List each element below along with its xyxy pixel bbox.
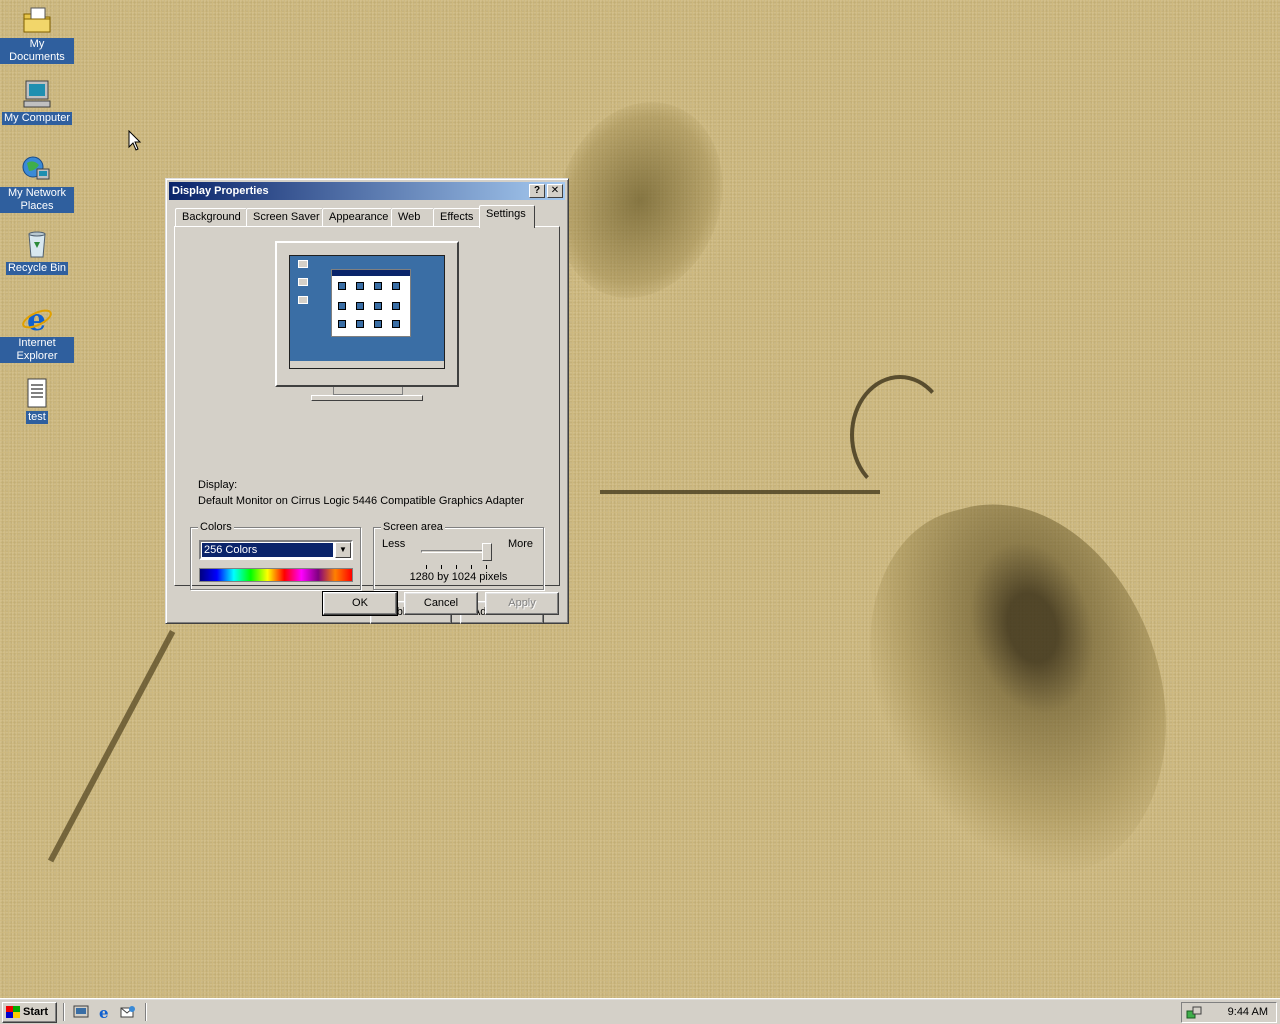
svg-text:e: e (99, 1004, 109, 1020)
colors-selected-value: 256 Colors (202, 543, 333, 557)
taskbar-separator (145, 1003, 147, 1021)
preview-desktop-icon (298, 296, 308, 304)
wallpaper-stem (600, 490, 880, 494)
desktop-icon-my-computer[interactable]: My Computer (0, 78, 74, 125)
desktop-icon-label: Internet Explorer (0, 337, 74, 363)
network-icon (22, 156, 50, 180)
mouse-cursor-icon (128, 130, 142, 151)
display-properties-dialog: Display Properties ? ✕ Background Screen… (165, 178, 569, 624)
wallpaper-stem-left (47, 630, 176, 863)
desktop-icon-label: test (26, 411, 48, 424)
screen-area-groupbox: Screen area Less More 1280 by 1024 pixel… (373, 521, 544, 590)
screen-area-slider-thumb[interactable] (482, 543, 492, 561)
show-desktop-icon[interactable] (73, 1004, 89, 1020)
taskbar: Start e 9:44 AM (0, 998, 1280, 1024)
ok-button[interactable]: OK (322, 591, 398, 616)
settings-panel: Display: Default Monitor on Cirrus Logic… (174, 226, 560, 624)
close-button[interactable]: ✕ (547, 184, 563, 198)
dialog-title: Display Properties (172, 185, 269, 197)
preview-window (331, 269, 411, 337)
windows-logo-icon (6, 1006, 20, 1018)
desktop-icon-internet-explorer[interactable]: e Internet Explorer (0, 303, 74, 363)
slider-tick (426, 565, 427, 569)
preview-taskbar (290, 361, 444, 368)
display-adapter-text: Default Monitor on Cirrus Logic 5446 Com… (198, 495, 524, 507)
computer-icon (23, 80, 51, 108)
slider-tick (456, 565, 457, 569)
desktop-icon-my-documents[interactable]: My Documents (0, 4, 74, 64)
text-document-icon (27, 378, 47, 408)
wallpaper-flower (835, 470, 1205, 910)
monitor-case (275, 241, 459, 387)
clock[interactable]: 9:44 AM (1228, 1006, 1268, 1018)
svg-text:e: e (27, 303, 46, 335)
tab-effects[interactable]: Effects (433, 208, 481, 227)
taskbar-separator (63, 1003, 65, 1021)
outlook-express-icon[interactable] (120, 1004, 136, 1020)
start-button[interactable]: Start (2, 1002, 57, 1023)
desktop-icon-test[interactable]: test (0, 377, 74, 424)
preview-desktop-icon (298, 278, 308, 286)
tab-web[interactable]: Web (391, 208, 434, 227)
slider-more-label: More (507, 538, 533, 550)
desktop-icon-label: My Documents (0, 38, 74, 64)
slider-tick (486, 565, 487, 569)
colors-groupbox: Colors 256 Colors ▼ (190, 521, 361, 590)
tab-screen-saver[interactable]: Screen Saver (246, 208, 323, 227)
slider-tick (441, 565, 442, 569)
start-label: Start (23, 1006, 49, 1018)
slider-less-label: Less (382, 538, 406, 550)
screen-area-slider-track[interactable] (421, 550, 491, 553)
colors-legend: Colors (198, 521, 234, 533)
tab-appearance[interactable]: Appearance (322, 208, 392, 227)
dialog-titlebar[interactable]: Display Properties ? ✕ (169, 182, 565, 200)
resolution-text: 1280 by 1024 pixels (409, 571, 508, 583)
preview-desktop-icon (298, 260, 308, 268)
color-spectrum-bar (199, 568, 353, 582)
desktop-icon-label: Recycle Bin (5, 262, 69, 275)
monitor-neck (333, 387, 403, 395)
desktop-icon-label: My Computer (1, 112, 73, 125)
desktop-icon-recycle-bin[interactable]: Recycle Bin (0, 228, 74, 275)
folder-documents-icon (23, 7, 51, 33)
monitor-screen-preview (289, 255, 445, 369)
chevron-down-icon[interactable]: ▼ (335, 542, 351, 558)
monitor-preview (275, 241, 461, 411)
screen-area-legend: Screen area (381, 521, 445, 533)
monitor-base (311, 395, 423, 401)
cancel-button[interactable]: Cancel (404, 592, 478, 615)
recycle-bin-icon (28, 231, 46, 258)
tab-settings[interactable]: Settings (479, 205, 535, 228)
internet-explorer-icon: e (22, 303, 52, 335)
desktop-icon-my-network-places[interactable]: My Network Places (0, 153, 74, 213)
tab-background[interactable]: Background (175, 208, 247, 227)
system-tray: 9:44 AM (1181, 1002, 1277, 1023)
wallpaper-stem-hook (850, 375, 950, 495)
desktop-icon-label: My Network Places (0, 187, 74, 213)
help-button[interactable]: ? (529, 184, 545, 198)
colors-select[interactable]: 256 Colors ▼ (199, 540, 353, 560)
internet-explorer-icon[interactable]: e (97, 1004, 113, 1020)
apply-button[interactable]: Apply (485, 592, 559, 615)
network-status-icon[interactable] (1186, 1005, 1202, 1021)
slider-tick (471, 565, 472, 569)
display-label: Display: (198, 479, 238, 491)
